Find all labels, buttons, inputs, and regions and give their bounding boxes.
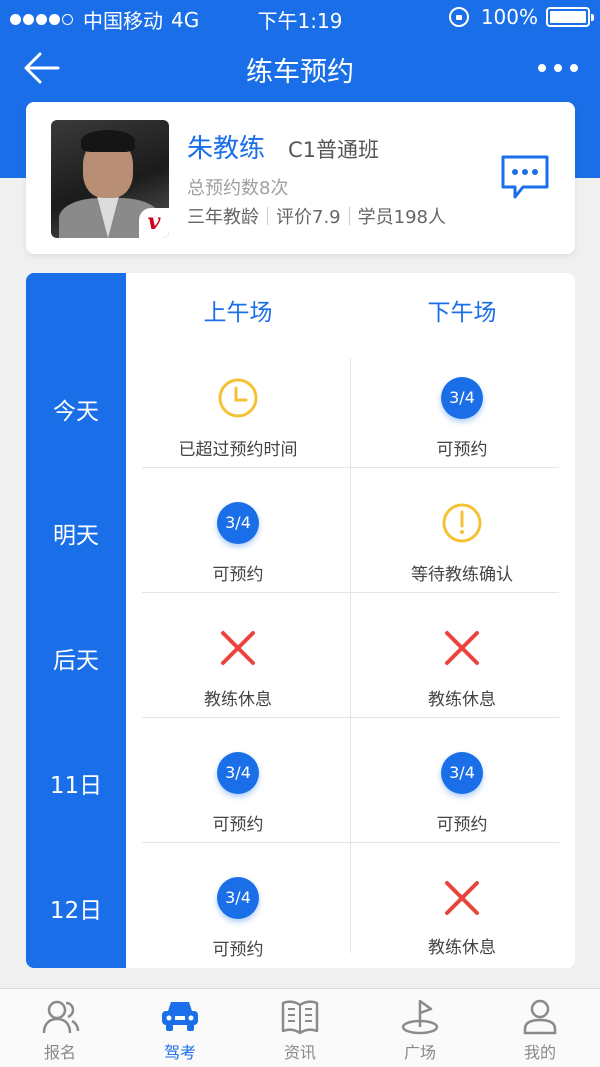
schedule-cell-am[interactable]: 3/4 可预约 xyxy=(126,867,350,968)
warning-icon xyxy=(441,502,483,544)
tab-plaza[interactable]: 广场 xyxy=(360,989,480,1067)
coach-years: 三年教龄 xyxy=(187,207,259,228)
schedule-cell-pm: 教练休息 xyxy=(350,617,574,742)
coach-card: v 朱教练 C1普通班 总预约数8次 三年教龄 评价7.9 学员198人 xyxy=(26,102,575,254)
tab-bar: 报名 驾考 资讯 广场 我的 xyxy=(0,988,600,1067)
clock-icon xyxy=(217,377,259,419)
more-dot-icon xyxy=(538,64,546,72)
day-label: 12日 xyxy=(49,898,103,924)
divider xyxy=(267,207,268,225)
battery-percent: 100% xyxy=(480,5,538,29)
schedule-cell-am: 教练休息 xyxy=(126,617,350,742)
slot-status-text: 可预约 xyxy=(436,440,488,460)
day-column: 今天 明天 后天 11日 12日 xyxy=(26,273,126,968)
schedule-cell-pm[interactable]: 3/4 可预约 xyxy=(350,742,574,867)
slot-status-text: 等待教练确认 xyxy=(411,565,513,585)
slot-status-text: 可预约 xyxy=(436,815,488,835)
coach-class: C1普通班 xyxy=(288,138,380,162)
tab-label: 报名 xyxy=(43,1043,76,1062)
close-icon xyxy=(441,627,483,669)
close-icon xyxy=(217,627,259,669)
tab-label: 资讯 xyxy=(283,1043,316,1062)
coach-students: 学员198人 xyxy=(357,207,446,228)
day-label: 11日 xyxy=(49,773,103,799)
divider xyxy=(348,207,350,225)
tab-signup[interactable]: 报名 xyxy=(0,989,120,1067)
book-icon xyxy=(281,1000,319,1035)
schedule-cell-am[interactable]: 3/4 可预约 xyxy=(126,742,350,867)
status-bar: 中国移动 4G 下午1:19 100% xyxy=(0,0,600,34)
tab-label: 驾考 xyxy=(163,1043,196,1062)
schedule-cell-am[interactable]: 3/4 可预约 xyxy=(126,492,350,617)
vip-badge: v xyxy=(139,208,169,238)
day-label: 今天 xyxy=(53,399,99,425)
more-dot-icon xyxy=(570,64,578,72)
coach-total-bookings: 总预约数8次 xyxy=(187,178,289,199)
schedule-cell-pm: 等待教练确认 xyxy=(350,492,574,617)
profile-icon xyxy=(523,999,557,1035)
slot-status-text: 教练休息 xyxy=(204,690,272,710)
chat-icon xyxy=(501,155,549,199)
slot-status-text: 可预约 xyxy=(212,940,264,960)
status-right: 100% xyxy=(448,5,594,29)
coach-name: 朱教练 xyxy=(187,134,266,164)
close-icon xyxy=(441,877,483,919)
slot-status-text: 教练休息 xyxy=(428,938,496,958)
slot-count-badge: 3/4 xyxy=(217,752,259,794)
day-label: 后天 xyxy=(53,648,99,674)
tab-profile[interactable]: 我的 xyxy=(480,989,600,1067)
day-label: 明天 xyxy=(53,523,99,549)
rotation-lock-icon xyxy=(448,7,469,27)
slot-count-badge: 3/4 xyxy=(441,377,483,419)
coach-avatar[interactable]: v xyxy=(51,120,169,238)
more-dot-icon xyxy=(554,64,562,72)
schedule-cell-pm[interactable]: 3/4 可预约 xyxy=(350,367,574,492)
battery-icon xyxy=(546,7,594,27)
schedule-cell-am: 已超过预约时间 xyxy=(126,367,350,492)
flag-icon xyxy=(401,999,439,1035)
car-icon xyxy=(162,1002,198,1031)
slot-status-text: 可预约 xyxy=(212,565,264,585)
tab-label: 广场 xyxy=(403,1043,436,1062)
coach-stats: 三年教龄 评价7.9 学员198人 xyxy=(187,203,446,229)
slot-status-text: 教练休息 xyxy=(428,690,496,710)
afternoon-session-header: 下午场 xyxy=(427,300,497,326)
slot-status-text: 可预约 xyxy=(212,815,264,835)
tab-driving-test[interactable]: 驾考 xyxy=(120,989,240,1067)
page-title: 练车预约 xyxy=(246,57,354,88)
nav-bar: 练车预约 xyxy=(0,34,600,102)
chat-button[interactable] xyxy=(499,153,551,201)
slot-status-text: 已超过预约时间 xyxy=(178,440,298,460)
schedule-cell-pm: 教练休息 xyxy=(350,867,574,968)
slot-count-badge: 3/4 xyxy=(217,502,259,544)
morning-session-header: 上午场 xyxy=(203,300,273,326)
coach-rating: 评价7.9 xyxy=(276,207,341,228)
tab-news[interactable]: 资讯 xyxy=(240,989,360,1067)
more-button[interactable] xyxy=(538,60,578,76)
schedule-table: 今天 明天 后天 11日 12日 上午场 下午场 已超过预约时间 3/4 可预约 3/… xyxy=(26,273,575,968)
tab-label: 我的 xyxy=(523,1043,556,1062)
users-icon xyxy=(42,1000,80,1034)
slot-count-badge: 3/4 xyxy=(217,877,259,919)
slot-count-badge: 3/4 xyxy=(441,752,483,794)
